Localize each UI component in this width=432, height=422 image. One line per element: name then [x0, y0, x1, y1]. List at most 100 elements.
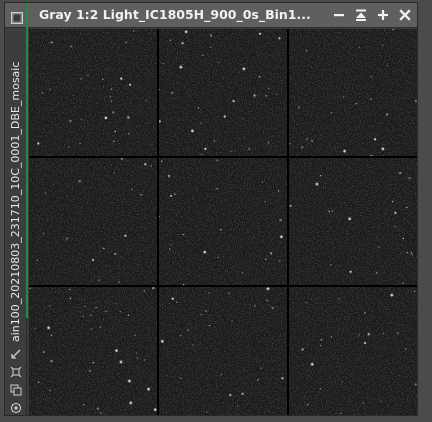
minimize-button[interactable] [331, 7, 347, 23]
star [265, 95, 267, 97]
target-icon [10, 402, 22, 413]
star [271, 306, 274, 310]
star [127, 314, 130, 316]
star [167, 174, 171, 178]
star [376, 272, 378, 274]
star [201, 153, 203, 155]
star [268, 88, 270, 90]
star [231, 319, 233, 322]
minimize-icon [334, 14, 344, 17]
window-icon[interactable] [11, 9, 23, 24]
star [217, 256, 219, 259]
close-icon [399, 9, 411, 21]
star [110, 88, 113, 90]
star [170, 244, 172, 246]
star [370, 76, 373, 78]
star [408, 176, 411, 180]
star [206, 411, 208, 413]
star [406, 206, 408, 209]
star [209, 34, 213, 37]
clone-view-button[interactable] [8, 382, 24, 397]
star [413, 290, 416, 293]
image-window[interactable]: Gray 1:2 Light_IC1805H_900_0s_Bin1... ai… [4, 2, 418, 416]
star [150, 165, 152, 167]
star [319, 388, 322, 390]
star [223, 115, 226, 118]
star [319, 175, 322, 177]
star [124, 234, 127, 237]
star [213, 140, 215, 142]
star [180, 377, 182, 380]
close-button[interactable] [397, 7, 413, 23]
star [187, 329, 189, 331]
star [406, 251, 408, 254]
pin-tool-button[interactable] [8, 346, 24, 361]
star [69, 288, 71, 291]
star [95, 306, 97, 309]
settings-tool-button[interactable] [8, 400, 24, 415]
shade-button[interactable] [353, 7, 369, 23]
star [115, 303, 118, 305]
star [267, 142, 270, 144]
star [216, 159, 218, 161]
star [305, 49, 308, 52]
star [310, 139, 314, 143]
title-bar[interactable]: Gray 1:2 Light_IC1805H_900_0s_Bin1... [5, 3, 417, 28]
star [301, 146, 304, 149]
star-field-image[interactable] [29, 29, 417, 415]
star [241, 392, 244, 395]
star [385, 113, 389, 116]
star [119, 311, 122, 313]
star [160, 339, 165, 344]
star [237, 405, 239, 407]
star [218, 61, 220, 64]
star [349, 270, 352, 273]
star [411, 254, 413, 256]
star [398, 172, 401, 174]
star [400, 172, 402, 174]
star [119, 360, 123, 364]
star [79, 311, 81, 313]
star [306, 138, 308, 140]
star [135, 352, 138, 354]
star [171, 297, 174, 300]
star [144, 359, 146, 361]
star [382, 332, 385, 335]
star [181, 42, 184, 45]
star [161, 160, 163, 162]
star [65, 237, 68, 240]
star [315, 182, 319, 187]
star [140, 194, 142, 196]
pin-icon [11, 349, 21, 359]
star [103, 247, 105, 250]
star [355, 102, 358, 105]
star [410, 252, 413, 254]
star [174, 193, 176, 195]
star [90, 314, 92, 316]
star [392, 29, 394, 31]
star [36, 259, 38, 261]
maximize-button[interactable] [375, 7, 391, 23]
shade-icon [356, 9, 366, 21]
star [50, 334, 53, 337]
star [338, 298, 340, 300]
fit-view-button[interactable] [8, 364, 24, 379]
star [37, 142, 40, 145]
star [105, 310, 107, 313]
star [382, 44, 384, 46]
star [394, 211, 397, 215]
window-controls [331, 7, 413, 23]
star [132, 30, 135, 32]
star [220, 228, 222, 231]
image-viewport[interactable] [29, 29, 417, 415]
star [330, 112, 332, 114]
star [301, 348, 304, 351]
star [386, 64, 389, 67]
maximize-icon [378, 10, 388, 20]
star [83, 404, 85, 406]
star [414, 99, 417, 103]
star [112, 111, 115, 114]
star [258, 32, 262, 35]
star [197, 107, 200, 109]
star [113, 140, 115, 143]
